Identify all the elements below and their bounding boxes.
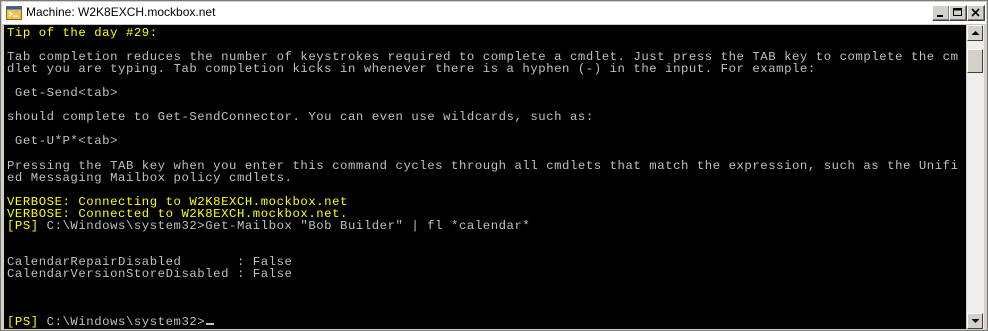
console-line-text: CalendarVersionStoreDisabled : False	[7, 267, 293, 281]
maximize-button[interactable]	[949, 5, 967, 21]
console-line: ed Messaging Mailbox policy cmdlets.	[7, 170, 293, 185]
minimize-icon	[937, 15, 943, 17]
console-line: [PS] C:\Windows\system32>	[7, 315, 215, 329]
console-output[interactable]: Tip of the day #29: Tab completion reduce…	[4, 25, 966, 329]
console-line: Tip of the day #29:	[7, 27, 158, 39]
close-icon	[971, 8, 980, 17]
console-line: CalendarVersionStoreDisabled : False	[7, 268, 292, 280]
title-bar[interactable]: Machine: W2K8EXCH.mockbox.net	[2, 2, 986, 25]
prompt-tag: [PS]	[7, 315, 39, 329]
vertical-scrollbar[interactable]	[967, 25, 984, 329]
console-line: should complete to Get-SendConnector. Yo…	[7, 111, 594, 123]
console-window: Machine: W2K8EXCH.mockbox.net Tip of the…	[0, 0, 988, 331]
window-title: Machine: W2K8EXCH.mockbox.net	[26, 5, 216, 19]
console-line-text: ed Messaging Mailbox policy cmdlets.	[7, 170, 293, 185]
scroll-down-button[interactable]	[967, 313, 983, 329]
console-line: Get-Send<tab>	[7, 87, 118, 99]
console-line-text: dlet you are typing. Tab completion kick…	[7, 62, 816, 77]
console-line-text: Get-U*P*<tab>	[7, 134, 119, 149]
maximize-icon	[953, 8, 962, 16]
console-line-text: should complete to Get-SendConnector. Yo…	[7, 110, 594, 125]
scroll-up-button[interactable]	[967, 25, 983, 41]
scroll-up-arrow-icon	[971, 31, 980, 35]
powershell-window-icon	[6, 5, 22, 21]
prompt-tag: [PS]	[7, 218, 39, 233]
console-line-text: Tip of the day #29:	[7, 26, 158, 40]
scrollbar-thumb[interactable]	[967, 49, 983, 73]
console-line-text: Get-Send<tab>	[7, 86, 119, 101]
scroll-down-arrow-icon	[971, 319, 980, 323]
console-line: Get-U*P*<tab>	[7, 135, 118, 147]
console-line: dlet you are typing. Tab completion kick…	[7, 63, 816, 75]
console-line-text: C:\Windows\system32>Get-Mailbox "Bob Bui…	[38, 218, 531, 233]
close-button[interactable]	[967, 5, 985, 21]
text-cursor	[206, 323, 215, 326]
minimize-button[interactable]	[932, 5, 950, 21]
console-line-text: C:\Windows\system32>	[38, 315, 206, 329]
console-line: [PS] C:\Windows\system32>Get-Mailbox "Bo…	[7, 220, 530, 232]
